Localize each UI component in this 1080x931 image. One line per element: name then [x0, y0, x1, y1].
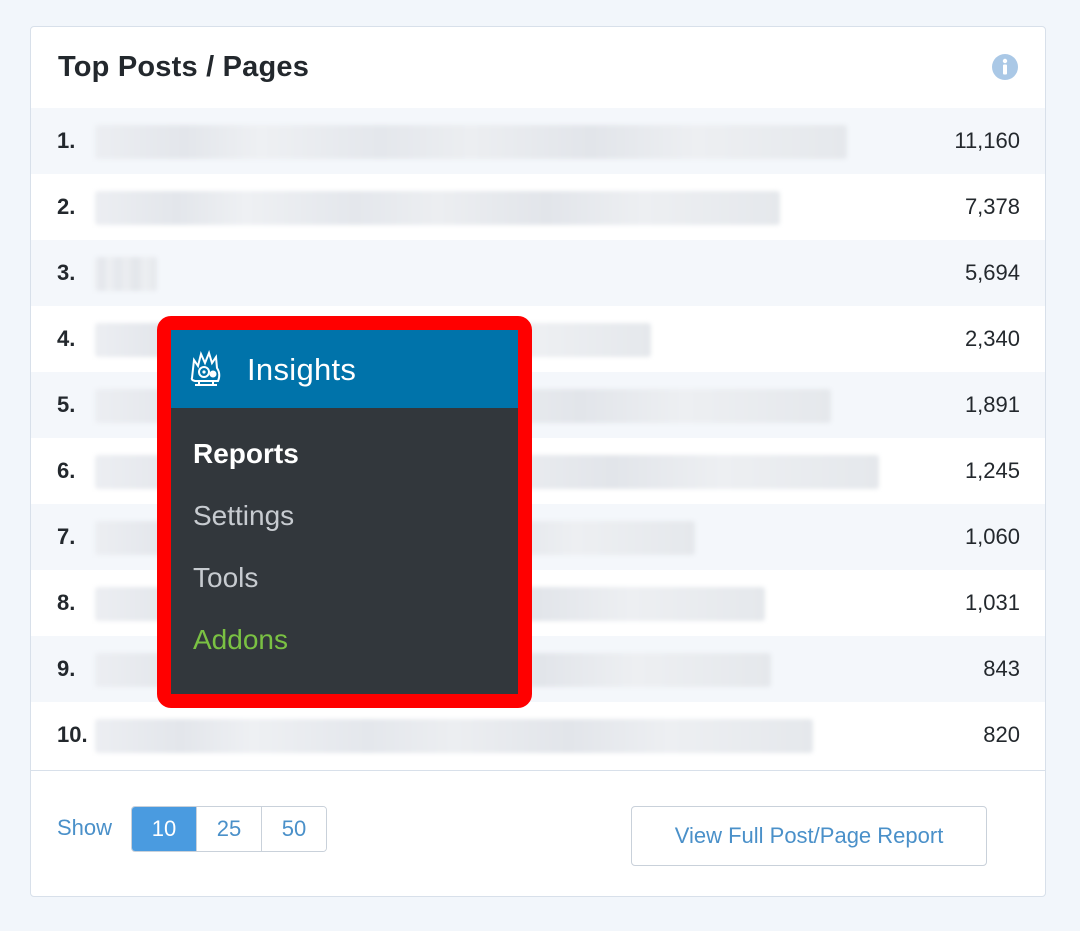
menu-item-settings[interactable]: Settings [193, 500, 294, 532]
insights-menu-highlight: Insights Reports Settings Tools Addons [157, 316, 532, 708]
view-count: 2,340 [964, 326, 1020, 351]
blurred-post-title[interactable] [95, 191, 780, 225]
view-count: 7,378 [964, 194, 1020, 219]
menu-item-tools[interactable]: Tools [193, 562, 258, 594]
info-icon[interactable] [991, 53, 1019, 81]
view-count: 1,245 [964, 458, 1020, 483]
widget-title: Top Posts / Pages [58, 51, 310, 83]
view-count: 843 [983, 656, 1020, 681]
page-size-25-button[interactable]: 25 [197, 807, 262, 851]
blurred-post-title[interactable] [95, 719, 813, 753]
view-count: 5,694 [964, 260, 1020, 285]
footer-divider [31, 770, 1045, 771]
rank-number: 10. [57, 722, 88, 747]
page-size-10-button[interactable]: 10 [132, 807, 197, 851]
rank-number: 5. [57, 392, 76, 417]
monsterinsights-logo-icon [190, 349, 221, 386]
rank-number: 4. [57, 326, 76, 351]
page-size-50-button[interactable]: 50 [262, 807, 326, 851]
view-count: 1,891 [964, 392, 1020, 417]
menu-title: Insights [247, 352, 357, 387]
menu-item-reports[interactable]: Reports [193, 438, 299, 470]
view-count: 1,060 [964, 524, 1020, 549]
list-item[interactable]: 10. 820 [31, 702, 1045, 768]
rank-number: 1. [57, 128, 76, 153]
show-label: Show [57, 815, 113, 840]
rank-number: 2. [57, 194, 76, 219]
page-size-selector: 10 25 50 [131, 806, 327, 852]
list-item[interactable]: 2. 7,378 [31, 174, 1045, 240]
view-count: 11,160 [954, 128, 1020, 153]
view-count: 1,031 [964, 590, 1020, 615]
blurred-post-title[interactable] [95, 257, 157, 291]
rank-number: 8. [57, 590, 76, 615]
rank-number: 9. [57, 656, 76, 681]
menu-item-addons[interactable]: Addons [193, 624, 288, 656]
blurred-post-title[interactable] [95, 125, 847, 159]
view-full-report-button[interactable]: View Full Post/Page Report [631, 806, 987, 866]
list-item[interactable]: 3. 5,694 [31, 240, 1045, 306]
view-count: 820 [983, 722, 1020, 747]
rank-number: 3. [57, 260, 76, 285]
rank-number: 7. [57, 524, 76, 549]
rank-number: 6. [57, 458, 76, 483]
insights-menu-header[interactable]: Insights [171, 330, 518, 408]
widget-header: Top Posts / Pages [31, 27, 1045, 109]
list-item[interactable]: 1. 11,160 [31, 108, 1045, 174]
